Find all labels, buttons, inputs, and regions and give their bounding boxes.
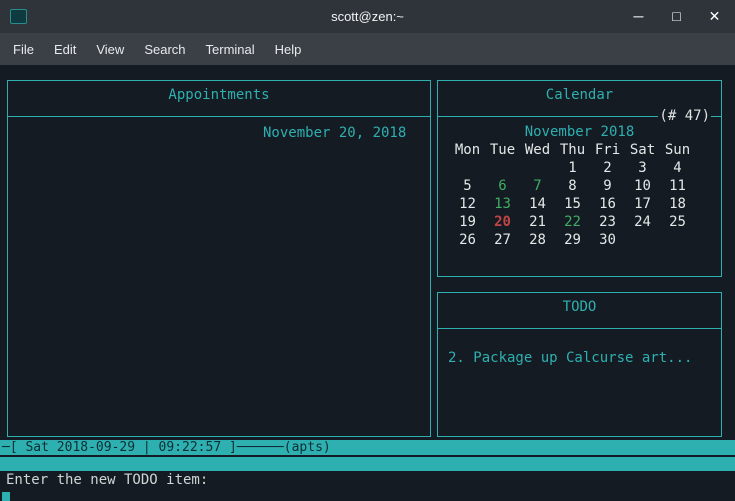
menu-item-view[interactable]: View (86, 33, 134, 65)
todo-panel: TODO 2. Package up Calcurse art... (437, 292, 722, 437)
separator-line (8, 109, 430, 123)
window-controls: ─ □ ✕ (631, 8, 725, 25)
calendar-day-header: Sat (625, 141, 660, 159)
calendar-day[interactable]: 15 (555, 195, 590, 213)
calendar-day[interactable]: 4 (660, 159, 695, 177)
calendar-day[interactable]: 2 (590, 159, 625, 177)
menu-item-search[interactable]: Search (134, 33, 195, 65)
menu-item-terminal[interactable]: Terminal (196, 33, 265, 65)
terminal-screen[interactable]: Appointments November 20, 2018 Calendar … (0, 65, 735, 501)
status-text: ─[ Sat 2018-09-29 | 09:22:57 ]──────(apt… (2, 440, 331, 455)
calendar-grid: 1234567891011121314151617181920212223242… (450, 159, 695, 249)
calendar-day-headers: MonTueWedThuFriSatSun (450, 141, 695, 159)
calendar-day[interactable]: 16 (590, 195, 625, 213)
titlebar[interactable]: scott@zen:~ ─ □ ✕ (0, 0, 735, 33)
calendar-day-empty (520, 159, 555, 177)
calendar-title: Calendar (438, 81, 721, 109)
calendar-day[interactable]: 13 (485, 195, 520, 213)
calendar-day[interactable]: 11 (660, 177, 695, 195)
appointments-panel: Appointments November 20, 2018 (7, 80, 431, 437)
calendar-month-title: November 2018 (438, 123, 721, 141)
calendar-day-header: Mon (450, 141, 485, 159)
calendar-day[interactable]: 7 (520, 177, 555, 195)
appointments-date: November 20, 2018 (263, 125, 430, 141)
terminal-app-icon (10, 9, 27, 24)
close-button[interactable]: ✕ (707, 8, 722, 25)
calendar-day[interactable]: 8 (555, 177, 590, 195)
calendar-day-header: Fri (590, 141, 625, 159)
calendar-day[interactable]: 19 (450, 213, 485, 231)
calendar-day[interactable]: 10 (625, 177, 660, 195)
calendar-day[interactable]: 17 (625, 195, 660, 213)
calendar-day[interactable]: 5 (450, 177, 485, 195)
calendar-day[interactable]: 21 (520, 213, 555, 231)
calendar-day[interactable]: 14 (520, 195, 555, 213)
todo-input-prompt: Enter the new TODO item: (6, 472, 208, 488)
maximize-button[interactable]: □ (669, 8, 684, 25)
calendar-count-badge: (# 47) (658, 108, 711, 124)
terminal-window: scott@zen:~ ─ □ ✕ FileEditViewSearchTerm… (0, 0, 735, 501)
calendar-day[interactable]: 24 (625, 213, 660, 231)
calendar-day-header: Sun (660, 141, 695, 159)
calendar-day-header: Wed (520, 141, 555, 159)
calendar-day[interactable]: 25 (660, 213, 695, 231)
calendar-day[interactable]: 22 (555, 213, 590, 231)
calendar-day[interactable]: 26 (450, 231, 485, 249)
calendar-day[interactable]: 18 (660, 195, 695, 213)
window-title: scott@zen:~ (0, 9, 735, 24)
todo-title: TODO (438, 293, 721, 321)
calendar-day-empty (485, 159, 520, 177)
menu-item-file[interactable]: File (3, 33, 44, 65)
calendar-day[interactable]: 30 (590, 231, 625, 249)
text-cursor[interactable] (2, 492, 10, 501)
calendar-day-header: Thu (555, 141, 590, 159)
calendar-day[interactable]: 20 (485, 213, 520, 231)
calendar-day[interactable]: 27 (485, 231, 520, 249)
calendar-day[interactable]: 29 (555, 231, 590, 249)
calendar-day[interactable]: 9 (590, 177, 625, 195)
menu-item-edit[interactable]: Edit (44, 33, 86, 65)
todo-item[interactable]: 2. Package up Calcurse art... (448, 349, 721, 367)
separator-line: (# 47) (438, 109, 721, 123)
calendar-panel: Calendar (# 47) November 2018 MonTueWedT… (437, 80, 722, 277)
calendar-day[interactable]: 28 (520, 231, 555, 249)
calendar-day[interactable]: 12 (450, 195, 485, 213)
calendar-day-empty (450, 159, 485, 177)
status-bar-secondary (0, 457, 735, 471)
calendar-day[interactable]: 23 (590, 213, 625, 231)
minimize-button[interactable]: ─ (631, 8, 646, 25)
status-bar: ─[ Sat 2018-09-29 | 09:22:57 ]──────(apt… (0, 440, 735, 455)
appointments-title: Appointments (8, 81, 430, 109)
calendar-day-empty (625, 231, 660, 249)
calendar-day[interactable]: 6 (485, 177, 520, 195)
separator-line (438, 321, 721, 335)
calendar-day[interactable]: 3 (625, 159, 660, 177)
menu-item-help[interactable]: Help (265, 33, 312, 65)
menu-bar: FileEditViewSearchTerminalHelp (0, 33, 735, 65)
calendar-day-empty (660, 231, 695, 249)
todo-list: 2. Package up Calcurse art... (438, 349, 721, 367)
calendar-day-header: Tue (485, 141, 520, 159)
calendar-day[interactable]: 1 (555, 159, 590, 177)
